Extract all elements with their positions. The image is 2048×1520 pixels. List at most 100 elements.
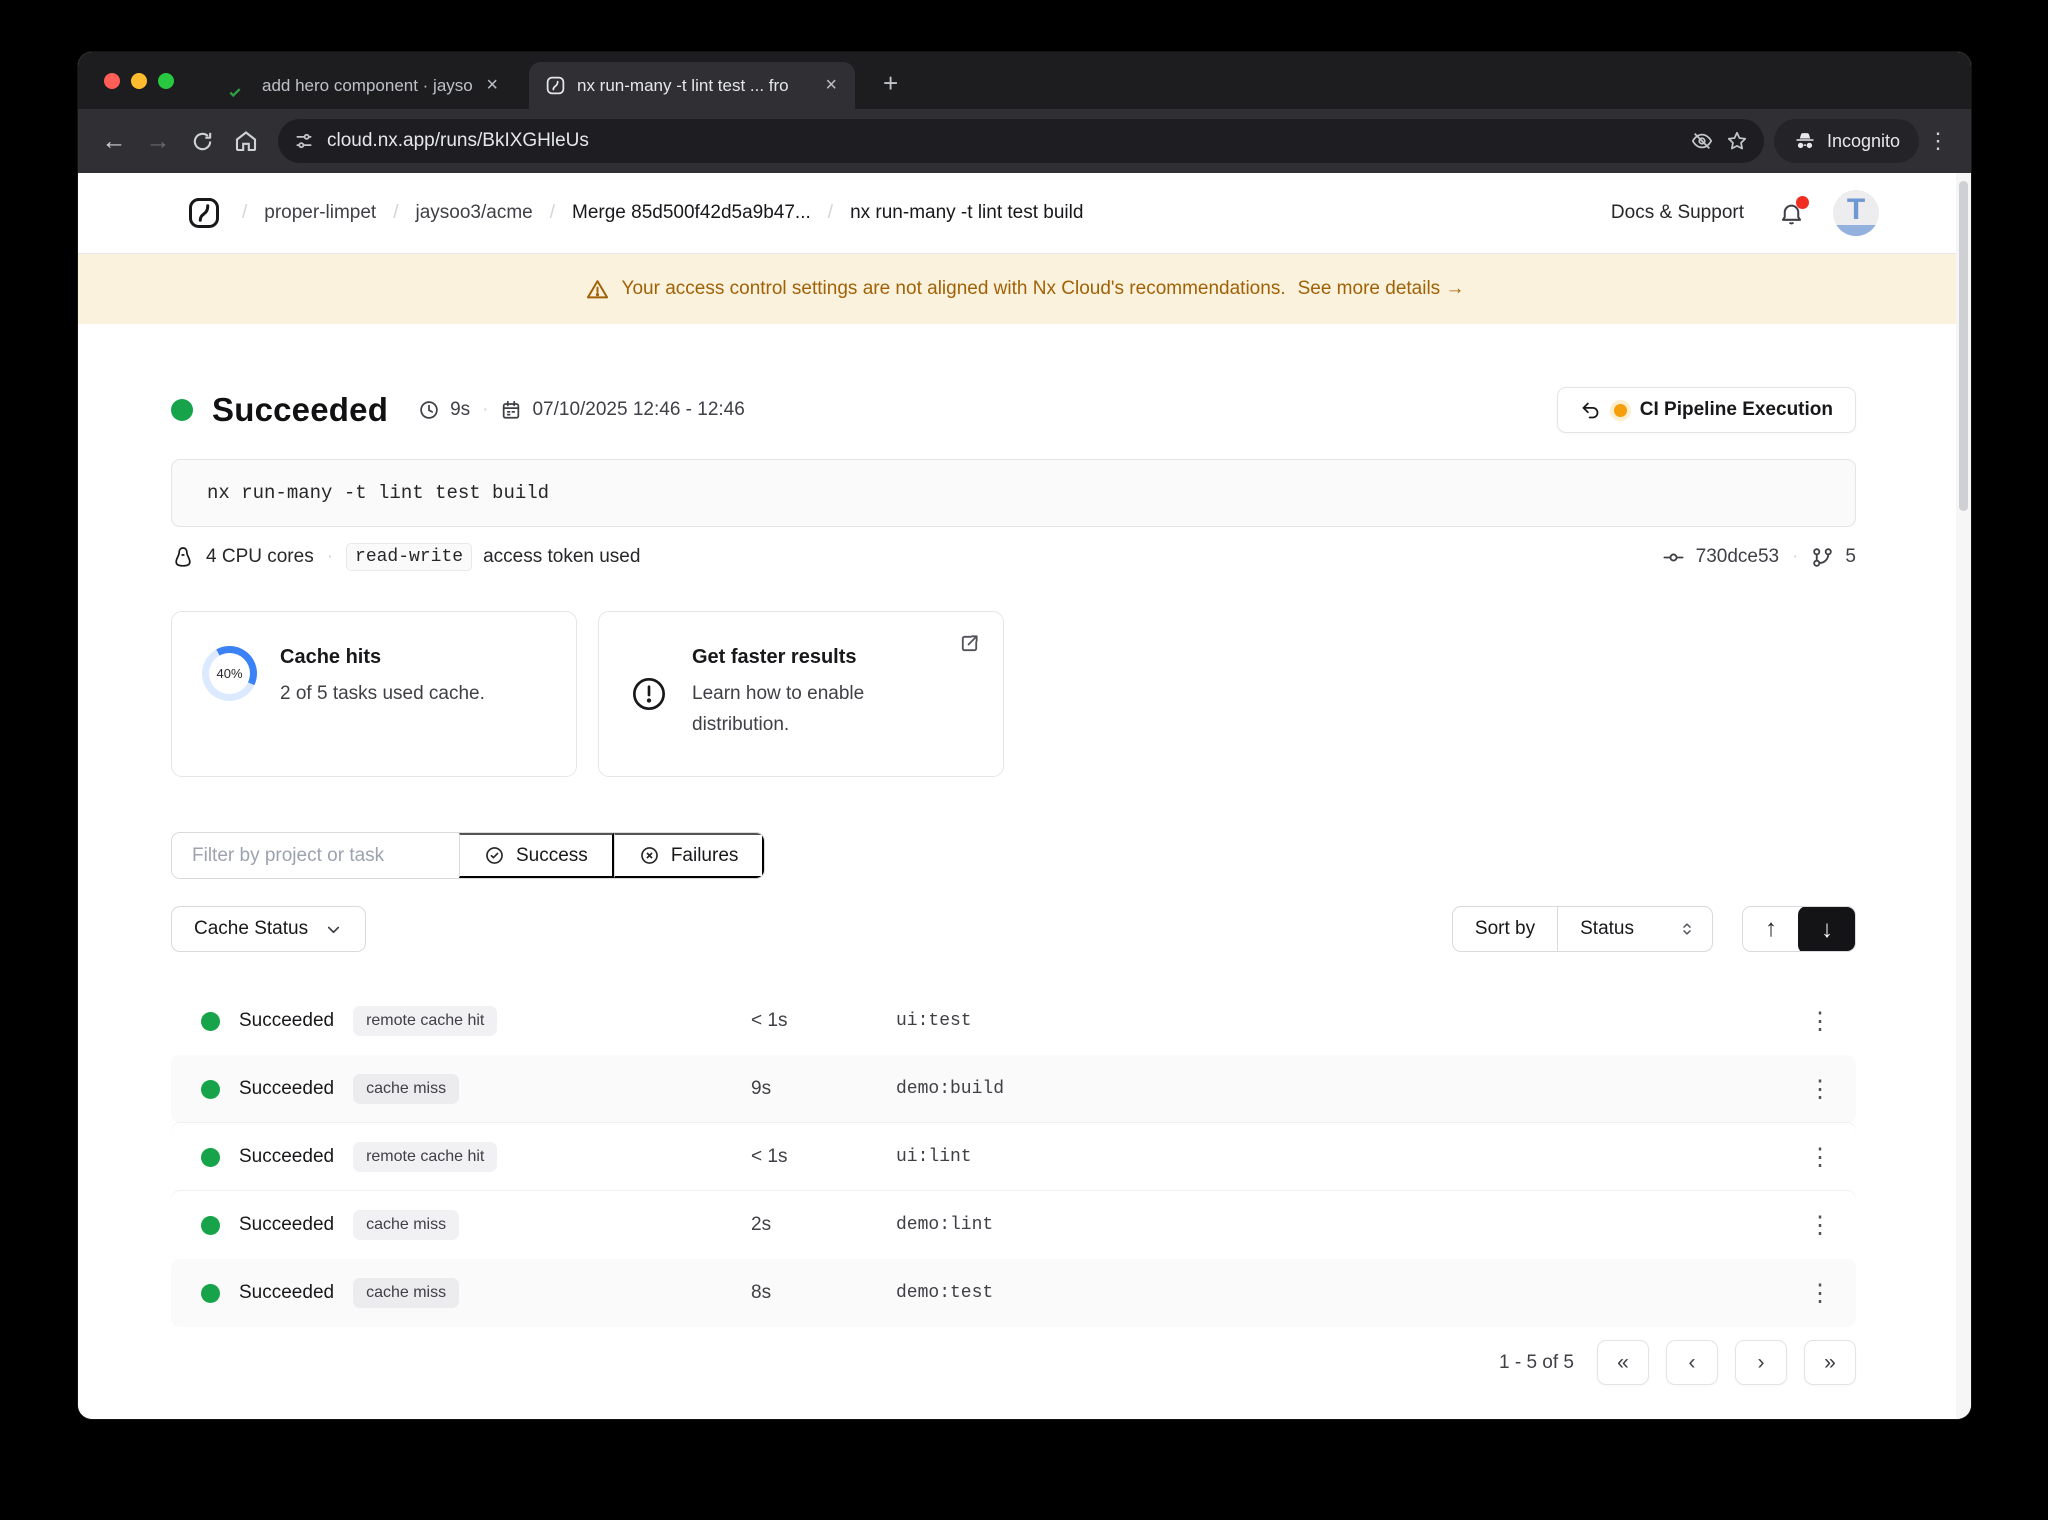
filter-input[interactable] xyxy=(172,833,459,878)
site-settings-icon[interactable] xyxy=(294,131,314,151)
branch-count[interactable]: 5 xyxy=(1845,546,1856,568)
next-page-button[interactable]: › xyxy=(1735,1340,1787,1385)
home-button[interactable] xyxy=(224,119,268,163)
previous-page-button[interactable]: ‹ xyxy=(1666,1340,1718,1385)
task-status-dot xyxy=(201,1215,220,1235)
task-menu-button[interactable]: ⋮ xyxy=(1808,1143,1832,1172)
x-circle-icon xyxy=(639,845,660,866)
task-row[interactable]: Succeeded cache miss 9s demo:build ⋮ xyxy=(171,1055,1856,1123)
chevrons-up-down-icon xyxy=(1678,920,1696,938)
nx-cloud-logo[interactable] xyxy=(186,195,222,231)
task-menu-button[interactable]: ⋮ xyxy=(1808,1075,1832,1104)
cache-donut: 40% xyxy=(202,646,257,701)
tab-close-icon[interactable]: × xyxy=(823,74,839,97)
banner-details-link[interactable]: See more details → xyxy=(1298,278,1465,300)
breadcrumb-repo[interactable]: jaysoo3/acme xyxy=(416,202,533,224)
task-duration: < 1s xyxy=(751,1146,788,1167)
warning-icon xyxy=(585,277,610,302)
breadcrumb: / proper-limpet / jaysoo3/acme / Merge 8… xyxy=(242,202,1084,224)
commit-sha[interactable]: 730dce53 xyxy=(1696,546,1779,568)
task-row[interactable]: Succeeded remote cache hit < 1s ui:lint … xyxy=(171,1123,1856,1191)
avatar[interactable]: T xyxy=(1833,190,1879,236)
notifications-button[interactable] xyxy=(1778,195,1809,227)
task-name[interactable]: demo:build xyxy=(896,1079,1786,1099)
new-tab-button[interactable]: + xyxy=(883,68,898,99)
ci-pipeline-execution-button[interactable]: CI Pipeline Execution xyxy=(1556,387,1856,433)
failures-filter-button[interactable]: Failures xyxy=(613,833,765,878)
sort-ascending-button[interactable]: ↑ xyxy=(1743,907,1799,951)
task-row[interactable]: Succeeded cache miss 8s demo:test ⋮ xyxy=(171,1259,1856,1327)
success-filter-button[interactable]: Success xyxy=(459,833,614,878)
reload-button[interactable] xyxy=(180,119,224,163)
task-name[interactable]: ui:test xyxy=(896,1011,1786,1031)
tab-pull-request[interactable]: add hero component · jaysoo × xyxy=(215,62,516,109)
access-control-banner: Your access control settings are not ali… xyxy=(78,254,1971,324)
nx-cloud-page: / proper-limpet / jaysoo3/acme / Merge 8… xyxy=(78,173,1971,1419)
first-page-button[interactable]: « xyxy=(1597,1340,1649,1385)
scrollbar-thumb[interactable] xyxy=(1959,181,1968,511)
task-name[interactable]: demo:test xyxy=(896,1283,1786,1303)
summary-cards: 40% Cache hits 2 of 5 tasks used cache. … xyxy=(171,611,1856,777)
breadcrumb-run[interactable]: nx run-many -t lint test build xyxy=(850,202,1083,224)
commit-icon xyxy=(1662,546,1685,569)
maximize-window-button[interactable] xyxy=(158,72,174,89)
eye-off-icon[interactable] xyxy=(1691,130,1713,152)
git-branch-icon xyxy=(1811,546,1834,569)
run-duration: 9s xyxy=(450,399,471,420)
minimize-window-button[interactable] xyxy=(131,72,147,89)
forward-button[interactable]: → xyxy=(136,119,180,163)
tabs: add hero component · jaysoo × nx run-man… xyxy=(215,52,855,109)
task-duration: 9s xyxy=(751,1078,772,1099)
task-menu-button[interactable]: ⋮ xyxy=(1808,1007,1832,1036)
browser-toolbar: ← → cloud.nx.app/runs/BkIXGHleUs Incogni… xyxy=(78,109,1971,173)
close-window-button[interactable] xyxy=(104,72,120,89)
distribution-card[interactable]: Get faster results Learn how to enable d… xyxy=(598,611,1004,777)
bookmark-star-icon[interactable] xyxy=(1726,130,1748,152)
task-name[interactable]: ui:lint xyxy=(896,1147,1786,1167)
task-row[interactable]: Succeeded cache miss 2s demo:lint ⋮ xyxy=(171,1191,1856,1259)
task-duration: < 1s xyxy=(751,1010,788,1031)
tab-nx-run[interactable]: nx run-many -t lint test ... fro × xyxy=(529,62,855,109)
cache-status-dropdown[interactable]: Cache Status xyxy=(171,906,367,952)
docs-support-link[interactable]: Docs & Support xyxy=(1611,202,1744,224)
list-controls: Cache Status Sort by Status ↑ ↓ xyxy=(171,906,1856,952)
site-header: / proper-limpet / jaysoo3/acme / Merge 8… xyxy=(78,173,1971,254)
access-token-suffix: access token used xyxy=(483,546,641,567)
last-page-button[interactable]: » xyxy=(1804,1340,1856,1385)
url-bar[interactable]: cloud.nx.app/runs/BkIXGHleUs xyxy=(278,119,1764,163)
task-row[interactable]: Succeeded remote cache hit < 1s ui:test … xyxy=(171,987,1856,1055)
calendar-icon xyxy=(500,399,522,421)
browser-menu-button[interactable]: ⋮ xyxy=(1919,128,1957,154)
sort-by-label: Sort by xyxy=(1474,918,1536,939)
page-scrollbar[interactable] xyxy=(1956,173,1971,1419)
run-status-title: Succeeded xyxy=(212,391,389,428)
breadcrumb-cipe[interactable]: Merge 85d500f42d5a9b47... xyxy=(572,202,811,224)
alert-circle-icon xyxy=(629,674,669,776)
cache-status-badge: cache miss xyxy=(353,1074,460,1104)
task-duration: 2s xyxy=(751,1214,772,1235)
task-status-dot xyxy=(201,1283,220,1303)
clock-icon xyxy=(418,399,440,421)
task-menu-button[interactable]: ⋮ xyxy=(1808,1211,1832,1240)
cache-card-title: Cache hits xyxy=(280,646,382,668)
distribution-card-desc: Learn how to enable distribution. xyxy=(692,683,865,736)
back-button[interactable]: ← xyxy=(92,119,136,163)
access-token-badge: read-write xyxy=(346,543,473,571)
external-link-icon[interactable] xyxy=(958,632,981,655)
incognito-label: Incognito xyxy=(1826,130,1900,151)
filter-row: Success Failures xyxy=(171,832,1856,879)
task-name[interactable]: demo:lint xyxy=(896,1215,1786,1235)
task-status-dot xyxy=(201,1079,220,1099)
task-status-dot xyxy=(201,1147,220,1167)
sort-field-select[interactable]: Status xyxy=(1557,907,1712,951)
sort-descending-button[interactable]: ↓ xyxy=(1798,907,1855,951)
incognito-badge: Incognito xyxy=(1773,119,1919,163)
tab-title: add hero component · jaysoo xyxy=(262,75,474,95)
breadcrumb-workspace[interactable]: proper-limpet xyxy=(264,202,376,224)
cache-status-badge: remote cache hit xyxy=(353,1006,498,1036)
tab-close-icon[interactable]: × xyxy=(484,74,500,97)
pipeline-status-dot xyxy=(1613,403,1627,417)
cache-percent: 40% xyxy=(216,666,243,681)
tab-strip: add hero component · jaysoo × nx run-man… xyxy=(78,52,1971,109)
task-menu-button[interactable]: ⋮ xyxy=(1808,1279,1832,1308)
